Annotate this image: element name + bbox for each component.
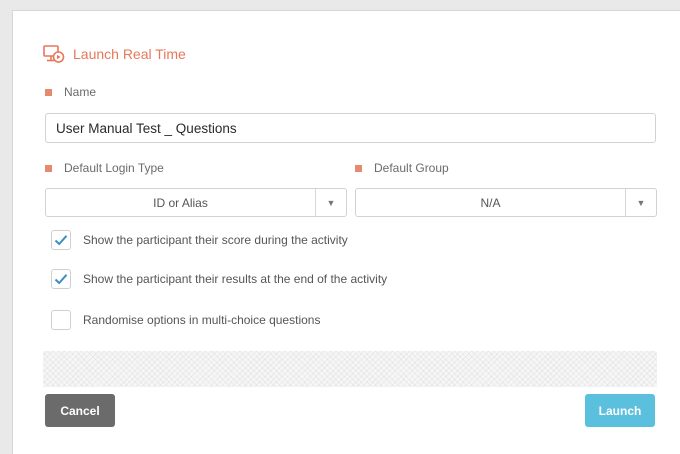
option-randomise[interactable]: Randomise options in multi-choice questi…	[51, 310, 320, 330]
option-show-results[interactable]: Show the participant their results at th…	[51, 269, 387, 289]
checkmark-icon	[54, 235, 68, 246]
show-score-label: Show the participant their score during …	[83, 233, 348, 247]
show-score-checkbox[interactable]	[51, 230, 71, 250]
name-label: Name	[45, 85, 96, 99]
name-input[interactable]	[45, 113, 656, 143]
name-label-text: Name	[64, 85, 97, 99]
chevron-down-icon[interactable]: ▼	[625, 189, 656, 216]
login-type-select[interactable]: ID or Alias ▼	[45, 188, 347, 217]
default-group-select[interactable]: N/A ▼	[355, 188, 657, 217]
default-group-label-text: Default Group	[374, 161, 449, 175]
default-group-label: Default Group	[355, 161, 449, 175]
launch-button[interactable]: Launch	[585, 394, 655, 427]
chevron-down-icon[interactable]: ▼	[315, 189, 346, 216]
cancel-button[interactable]: Cancel	[45, 394, 115, 427]
show-results-label: Show the participant their results at th…	[83, 272, 388, 286]
checkmark-icon	[54, 274, 68, 285]
option-show-score[interactable]: Show the participant their score during …	[51, 230, 348, 250]
dialog-header: Launch Real Time	[43, 43, 186, 65]
login-type-value: ID or Alias	[153, 195, 208, 210]
required-marker	[45, 88, 52, 96]
launch-real-time-dialog: Launch Real Time Name Default Login Type…	[12, 10, 680, 454]
login-type-label: Default Login Type	[45, 161, 164, 175]
randomise-label: Randomise options in multi-choice questi…	[83, 313, 321, 327]
hatched-divider	[43, 351, 657, 387]
randomise-checkbox[interactable]	[51, 310, 71, 330]
login-type-label-text: Default Login Type	[64, 161, 164, 175]
monitor-play-icon	[43, 44, 65, 64]
dialog-title: Launch Real Time	[73, 46, 186, 62]
required-marker	[45, 164, 52, 172]
required-marker	[355, 164, 362, 172]
show-results-checkbox[interactable]	[51, 269, 71, 289]
default-group-value: N/A	[480, 195, 501, 210]
